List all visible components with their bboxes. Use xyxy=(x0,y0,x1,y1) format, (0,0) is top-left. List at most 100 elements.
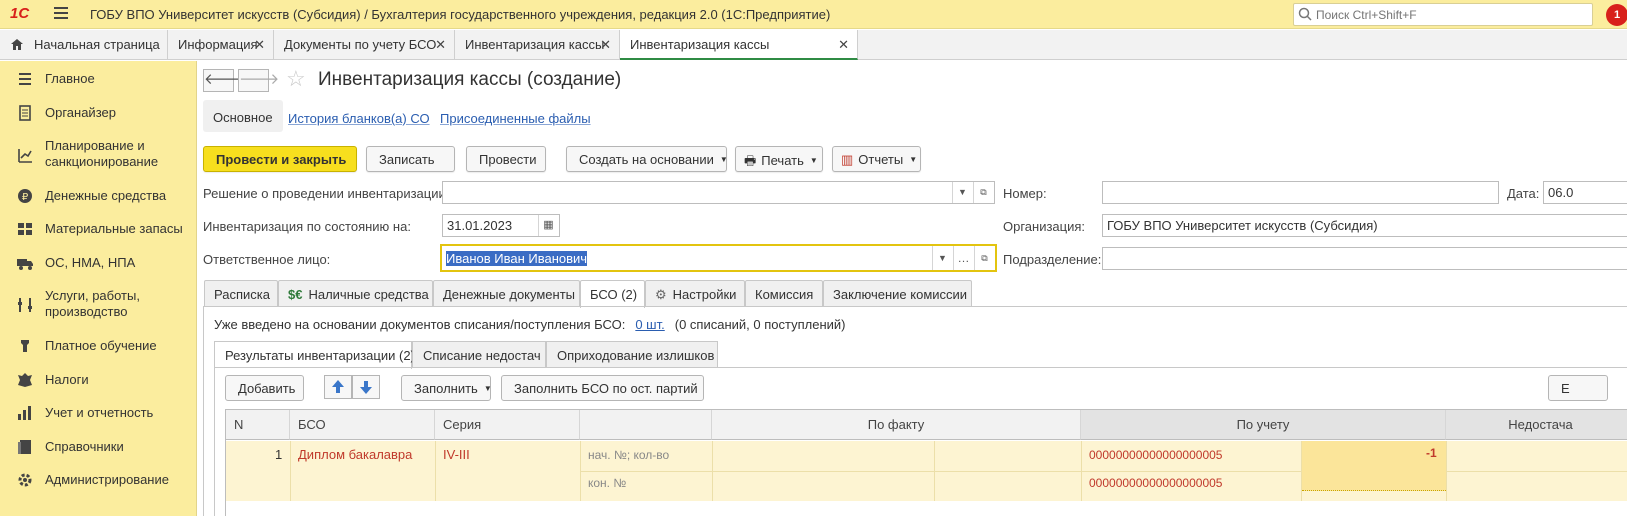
sidebar-item-organizer[interactable]: Органайзер xyxy=(0,104,197,124)
forward-button[interactable]: 🡒 xyxy=(238,69,279,92)
open-icon[interactable]: ⧉ xyxy=(973,182,993,203)
responsible-field[interactable]: Иванов Иван Иванович ▼ … ⧉ xyxy=(440,244,997,272)
chevron-down-icon[interactable]: ▼ xyxy=(932,246,952,270)
tab-label: Инвентаризация кассы xyxy=(630,37,770,52)
tab-cash-inventory-2[interactable]: Инвентаризация кассы ✕ xyxy=(620,30,858,60)
account-qty-cell[interactable] xyxy=(1302,441,1446,491)
sidebar-item-money[interactable]: ₽ Денежные средства xyxy=(0,187,197,207)
close-icon[interactable]: ✕ xyxy=(435,37,446,53)
chevron-down-icon: ▼ xyxy=(719,155,728,164)
tab-write-off-shortages[interactable]: Списание недостач xyxy=(412,341,546,368)
open-icon[interactable]: ⧉ xyxy=(974,246,994,270)
date-label: Дата: xyxy=(1507,186,1540,201)
chevron-down-icon[interactable]: ▼ xyxy=(952,182,972,203)
title-bar: 1С ГОБУ ВПО Университет искусств (Субсид… xyxy=(0,0,1627,29)
tab-inventory-results[interactable]: Результаты инвентаризации (2) xyxy=(214,341,415,369)
create-based-on-button[interactable]: Создать на основании ▼ xyxy=(566,146,728,172)
tab-settings[interactable]: ⚙ Настройки xyxy=(645,280,745,307)
inventory-results-table: N БСО Серия По факту По учету Недостача … xyxy=(225,409,1627,516)
date-field[interactable]: 06.0 xyxy=(1543,181,1627,204)
history-link[interactable]: История бланков(а) СО xyxy=(288,111,430,126)
tab-surplus-receipt[interactable]: Оприходование излишков xyxy=(546,341,718,368)
sidebar-item-label: ОС, НМА, НПА xyxy=(45,255,136,270)
sidebar-item-references[interactable]: Справочники xyxy=(0,438,197,458)
tab-label: Начальная страница xyxy=(34,37,160,52)
sidebar-item-taxes[interactable]: Налоги xyxy=(0,371,197,391)
education-icon xyxy=(21,340,29,352)
column-header-bso[interactable]: БСО xyxy=(290,410,435,440)
page-title: Инвентаризация кассы (создание) xyxy=(318,69,622,90)
sidebar-item-paid-education[interactable]: Платное обучение xyxy=(0,337,197,357)
account-end-number[interactable]: 00000000000000000005 xyxy=(1089,476,1222,490)
column-header-fact[interactable]: По факту xyxy=(712,410,1081,440)
print-button[interactable]: 🖶 Печать ▼ xyxy=(735,146,823,172)
column-header-shortage[interactable]: Недостача xyxy=(1446,410,1627,440)
arrow-down-icon xyxy=(360,381,372,394)
tab-information[interactable]: Информация ✕ xyxy=(168,30,274,60)
organization-field[interactable]: ГОБУ ВПО Университет искусств (Субсидия) xyxy=(1102,214,1627,237)
calendar-icon[interactable]: ▦ xyxy=(538,215,558,236)
fill-bso-button[interactable]: Заполнить БСО по ост. партий xyxy=(501,375,704,401)
tab-bso[interactable]: БСО (2) xyxy=(580,280,645,308)
move-up-button[interactable] xyxy=(324,375,352,399)
sidebar-item-label: Главное xyxy=(45,71,95,86)
back-button[interactable]: 🡐 xyxy=(203,69,244,92)
reports-button[interactable]: ▥ Отчеты ▼ xyxy=(832,146,921,172)
arrow-up-icon xyxy=(332,380,344,393)
notification-badge[interactable]: 1 xyxy=(1606,4,1627,26)
info-count-link[interactable]: 0 шт. xyxy=(635,317,664,332)
tab-cash[interactable]: $€ Наличные средства xyxy=(278,280,433,307)
sidebar-item-accounting[interactable]: Учет и отчетность xyxy=(0,404,197,424)
tab-cash-documents[interactable]: Денежные документы xyxy=(433,280,580,307)
subtab-main[interactable]: Основное xyxy=(203,100,283,132)
chevron-down-icon: ▼ xyxy=(809,156,818,165)
post-button[interactable]: Провести xyxy=(466,146,546,172)
tab-label: Денежные документы xyxy=(443,287,576,302)
account-start-number[interactable]: 00000000000000000005 xyxy=(1089,448,1222,462)
column-header-series[interactable]: Серия xyxy=(435,410,580,440)
sidebar-item-main[interactable]: Главное xyxy=(0,70,197,90)
sidebar-item-planning[interactable]: Планирование и санкционирование xyxy=(0,138,197,174)
tab-label: Заключение комиссии xyxy=(833,287,968,302)
tab-label: Оприходование излишков xyxy=(557,348,715,363)
search-input[interactable] xyxy=(1316,6,1586,23)
tab-receipt[interactable]: Расписка xyxy=(204,280,278,307)
close-icon[interactable]: ✕ xyxy=(600,37,611,53)
move-down-button[interactable] xyxy=(352,375,380,399)
tools-icon xyxy=(18,298,32,312)
sidebar-item-inventory[interactable]: Материальные запасы xyxy=(0,220,197,240)
column-header-n[interactable]: N xyxy=(226,410,290,440)
date-state-field[interactable]: 31.01.2023 ▦ xyxy=(442,214,560,237)
sidebar-item-services[interactable]: Услуги, работы, производство xyxy=(0,288,197,324)
sidebar-item-administration[interactable]: Администрирование xyxy=(0,471,197,491)
organization-value: ГОБУ ВПО Университет искусств (Субсидия) xyxy=(1107,218,1378,233)
fill-button[interactable]: Заполнить ▼ xyxy=(401,375,492,401)
date-value: 06.0 xyxy=(1548,185,1574,200)
post-and-close-button[interactable]: Провести и закрыть xyxy=(203,146,357,172)
series-cell[interactable]: IV-III xyxy=(443,447,470,462)
number-field[interactable] xyxy=(1102,181,1499,204)
column-header-account[interactable]: По учету xyxy=(1081,410,1446,440)
close-icon[interactable]: ✕ xyxy=(838,37,849,53)
more-actions-button[interactable]: Е xyxy=(1548,375,1608,401)
tab-home[interactable]: Начальная страница xyxy=(0,30,168,60)
add-button[interactable]: Добавить xyxy=(225,375,304,401)
favorite-star-icon[interactable]: ☆ xyxy=(286,66,306,92)
tab-bso-docs[interactable]: Документы по учету БСО ✕ xyxy=(274,30,455,60)
save-button[interactable]: Записать xyxy=(366,146,455,172)
emblem-icon xyxy=(18,373,32,387)
tab-cash-inventory-1[interactable]: Инвентаризация кассы ✕ xyxy=(455,30,620,60)
tab-commission-conclusion[interactable]: Заключение комиссии xyxy=(823,280,972,307)
close-icon[interactable]: ✕ xyxy=(254,37,265,53)
main-menu-icon[interactable] xyxy=(54,7,68,20)
decision-field[interactable]: ▼ ⧉ xyxy=(442,181,995,204)
more-options-icon[interactable]: … xyxy=(953,246,973,270)
sidebar-item-fixed-assets[interactable]: ОС, НМА, НПА xyxy=(0,254,197,274)
department-field[interactable] xyxy=(1102,247,1627,270)
bso-cell[interactable]: Диплом бакалавра xyxy=(298,447,412,462)
row-number: 1 xyxy=(275,447,283,462)
attached-files-link[interactable]: Присоединенные файлы xyxy=(440,111,591,126)
number-label: Номер: xyxy=(1003,186,1047,201)
tab-commission[interactable]: Комиссия xyxy=(745,280,823,307)
global-search[interactable] xyxy=(1293,3,1593,26)
